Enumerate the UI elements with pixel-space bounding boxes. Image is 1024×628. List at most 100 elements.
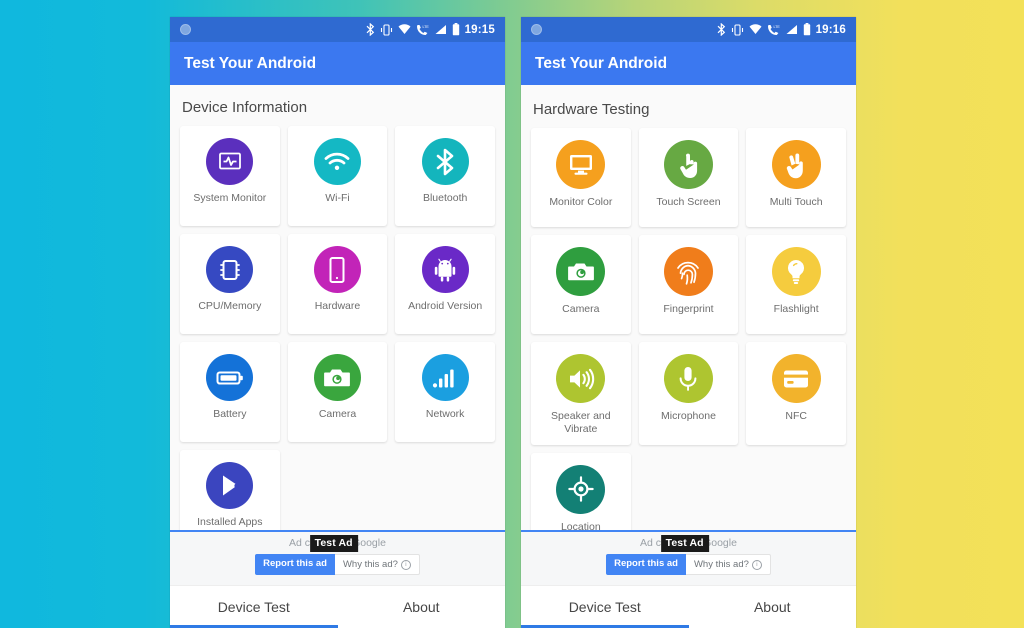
content-area: Hardware Testing Monitor Color Touch Scr… bbox=[521, 85, 856, 530]
tab-device-test[interactable]: Device Test bbox=[521, 586, 689, 628]
bottom-tab-bar: Device Test About bbox=[170, 585, 505, 628]
content-area: Device Information System Monitor Wi-Fi bbox=[170, 85, 505, 530]
network-bars-icon bbox=[421, 354, 469, 401]
battery-icon bbox=[452, 23, 460, 36]
tile-label: CPU/Memory bbox=[198, 300, 262, 312]
tile-camera[interactable]: Camera bbox=[531, 235, 631, 334]
touch-hand-icon bbox=[663, 140, 713, 189]
tile-installed-apps[interactable]: Installed Apps bbox=[180, 450, 280, 530]
tile-label: Network bbox=[425, 408, 465, 420]
camera-icon bbox=[556, 247, 606, 296]
tile-android-version[interactable]: Android Version bbox=[395, 234, 495, 334]
tile-bluetooth[interactable]: Bluetooth bbox=[395, 126, 495, 226]
report-this-ad-button[interactable]: Report this ad bbox=[606, 554, 686, 575]
tile-label: Fingerprint bbox=[663, 303, 714, 315]
section-title: Device Information bbox=[182, 99, 308, 116]
lightbulb-icon bbox=[771, 247, 821, 296]
tile-camera[interactable]: Camera bbox=[287, 342, 388, 442]
test-ad-badge: Test Ad bbox=[309, 535, 358, 552]
location-crosshair-icon bbox=[556, 464, 606, 514]
cpu-chip-icon bbox=[206, 246, 254, 293]
why-this-ad-button[interactable]: Why this ad? i bbox=[334, 554, 420, 575]
wifi-icon bbox=[398, 24, 411, 35]
why-this-ad-button[interactable]: Why this ad? i bbox=[685, 554, 771, 575]
tab-about[interactable]: About bbox=[689, 586, 857, 628]
tile-speaker-and-vibrate[interactable]: Speaker and Vibrate bbox=[531, 342, 631, 445]
phone-left: LTE 19:15 Test Your Android Device Infor… bbox=[170, 17, 505, 628]
tile-label: System Monitor bbox=[193, 192, 267, 204]
tile-label: Speaker and Vibrate bbox=[551, 410, 611, 435]
tab-device-test[interactable]: Device Test bbox=[170, 586, 338, 628]
two-finger-icon bbox=[771, 140, 821, 189]
tile-label: Installed Apps bbox=[197, 516, 263, 528]
vibrate-icon bbox=[380, 23, 393, 36]
notification-dot-icon bbox=[531, 24, 542, 35]
app-title: Test Your Android bbox=[535, 54, 668, 72]
lte-call-icon: LTE bbox=[416, 24, 429, 36]
ad-banner: Ad closed by Google Test Ad Report this … bbox=[170, 530, 505, 585]
tile-system-monitor[interactable]: System Monitor bbox=[180, 126, 280, 226]
info-icon: i bbox=[751, 559, 762, 570]
report-this-ad-button[interactable]: Report this ad bbox=[255, 554, 335, 575]
tile-cpu-memory[interactable]: CPU/Memory bbox=[180, 234, 280, 334]
phone-right: LTE 19:16 Test Your Android Hardware Tes… bbox=[521, 17, 856, 628]
nfc-card-icon bbox=[771, 354, 821, 403]
bottom-tab-bar: Device Test About bbox=[521, 585, 856, 628]
tile-flashlight[interactable]: Flashlight bbox=[746, 235, 846, 334]
tile-label: Wi-Fi bbox=[325, 192, 350, 204]
bluetooth-icon bbox=[717, 23, 726, 36]
battery-icon bbox=[206, 354, 254, 401]
why-this-ad-label: Why this ad? bbox=[693, 559, 749, 570]
tile-network[interactable]: Network bbox=[395, 342, 495, 442]
tile-label: NFC bbox=[785, 410, 807, 422]
speaker-icon bbox=[556, 354, 606, 403]
notification-dot-icon bbox=[180, 24, 191, 35]
tile-fingerprint[interactable]: Fingerprint bbox=[638, 235, 739, 334]
tile-multi-touch[interactable]: Multi Touch bbox=[746, 128, 846, 227]
tile-label: Hardware bbox=[314, 300, 361, 312]
tile-label: Battery bbox=[213, 408, 247, 420]
tab-label: About bbox=[753, 599, 791, 615]
tile-label: Camera bbox=[562, 303, 600, 315]
tile-touch-screen[interactable]: Touch Screen bbox=[638, 128, 739, 227]
cellular-signal-icon bbox=[434, 24, 447, 35]
hardware-testing-grid: Monitor Color Touch Screen Multi Touch C… bbox=[521, 128, 856, 530]
tile-label: Bluetooth bbox=[422, 192, 468, 204]
tile-label: Flashlight bbox=[773, 303, 819, 315]
tile-wifi[interactable]: Wi-Fi bbox=[287, 126, 388, 226]
screenshot-canvas: LTE 19:15 Test Your Android Device Infor… bbox=[0, 0, 1024, 628]
section-title: Hardware Testing bbox=[533, 101, 650, 118]
why-this-ad-label: Why this ad? bbox=[342, 559, 398, 570]
microphone-icon bbox=[663, 354, 713, 403]
tile-nfc[interactable]: NFC bbox=[746, 342, 846, 445]
status-bar-time: 19:16 bbox=[815, 23, 846, 36]
tile-label: Multi Touch bbox=[769, 196, 823, 208]
status-bar: LTE 19:16 bbox=[521, 17, 856, 42]
status-bar: LTE 19:15 bbox=[170, 17, 505, 42]
vibrate-icon bbox=[731, 23, 744, 36]
fingerprint-icon bbox=[663, 247, 713, 296]
app-bar: Test Your Android bbox=[170, 42, 505, 85]
app-bar: Test Your Android bbox=[521, 42, 856, 85]
lte-call-icon: LTE bbox=[767, 24, 780, 36]
bluetooth-icon bbox=[366, 23, 375, 36]
tile-location[interactable]: Location bbox=[531, 452, 631, 530]
tab-about[interactable]: About bbox=[338, 586, 506, 628]
system-monitor-icon bbox=[206, 138, 254, 185]
tile-hardware[interactable]: Hardware bbox=[287, 234, 388, 334]
tile-label: Location bbox=[560, 520, 601, 530]
device-information-grid: System Monitor Wi-Fi Bluetooth CPU/Memor… bbox=[170, 126, 505, 530]
ad-banner: Ad closed by Google Test Ad Report this … bbox=[521, 530, 856, 585]
tile-monitor-color[interactable]: Monitor Color bbox=[531, 128, 631, 227]
monitor-icon bbox=[556, 140, 606, 189]
tile-battery[interactable]: Battery bbox=[180, 342, 280, 442]
tab-label: About bbox=[402, 599, 440, 615]
tile-microphone[interactable]: Microphone bbox=[638, 342, 739, 445]
cellular-signal-icon bbox=[785, 24, 798, 35]
android-robot-icon bbox=[421, 246, 469, 293]
phone-hardware-icon bbox=[313, 246, 361, 293]
status-bar-time: 19:15 bbox=[464, 23, 495, 36]
tab-label: Device Test bbox=[217, 599, 290, 615]
tile-label: Monitor Color bbox=[549, 196, 613, 208]
camera-icon bbox=[313, 354, 361, 401]
